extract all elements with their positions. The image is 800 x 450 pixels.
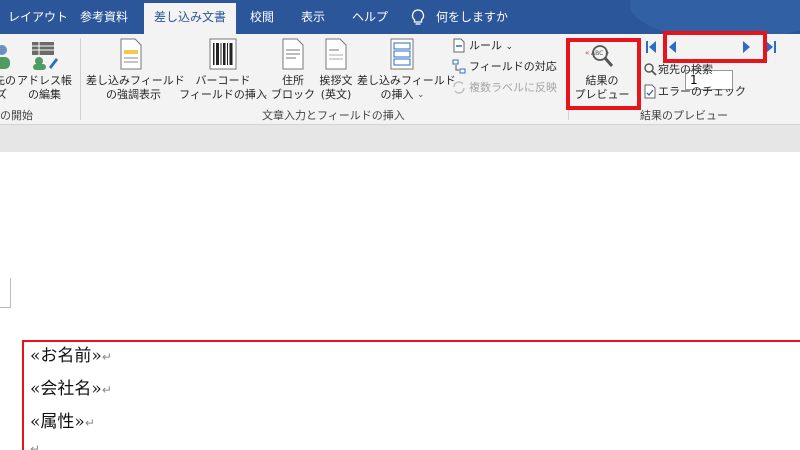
svg-text:«: « [585, 49, 589, 57]
margin-corner-mark [0, 278, 11, 308]
select-recipients-label-1[interactable]: 先の [0, 74, 16, 88]
greeting-line-label-2[interactable]: (英文) [312, 88, 360, 102]
barcode-label-1[interactable]: バーコード [178, 74, 268, 88]
ribbon-tab-bar: レイアウト 参考資料 差し込み文書 校閲 表示 ヘルプ 何をしますか [0, 0, 800, 34]
paragraph-mark: ↵ [101, 350, 112, 364]
tab-review[interactable]: 校閲 [250, 0, 274, 34]
merge-fields-highlight [22, 340, 800, 450]
address-book-edit-icon[interactable] [29, 40, 59, 70]
first-record-icon[interactable] [645, 40, 657, 54]
insert-merge-field-label-2[interactable]: の挿入 [357, 88, 437, 102]
merge-field-text: «属性» [30, 412, 85, 432]
group-separator [568, 38, 569, 120]
check-errors-icon[interactable] [643, 84, 657, 99]
tab-mailings[interactable]: 差し込み文書 [144, 3, 237, 34]
write-insert-group-label: 文章入力とフィールドの挿入 [262, 109, 405, 122]
merge-field-company[interactable]: «会社名»↵ [30, 374, 112, 399]
highlight-fields-label-1[interactable]: 差し込みフィールド [86, 74, 185, 88]
greeting-line-label-1[interactable]: 挨拶文 [312, 74, 360, 88]
merge-field-text: «お名前» [30, 346, 102, 366]
paragraph-mark: ↵ [101, 383, 112, 397]
address-block-label-2[interactable]: ブロック [270, 88, 316, 102]
tab-view[interactable]: 表示 [301, 0, 325, 34]
merge-field-name[interactable]: «お名前»↵ [30, 341, 112, 366]
barcode-icon[interactable] [208, 38, 238, 70]
insert-merge-field-icon[interactable] [389, 38, 415, 70]
tell-me-search[interactable]: 何をしますか [436, 0, 508, 34]
highlight-fields-icon[interactable] [118, 38, 144, 70]
last-record-icon[interactable] [765, 40, 777, 54]
select-recipients-label-2[interactable]: ズ [0, 88, 7, 102]
merge-field-text: «会社名» [30, 379, 102, 399]
start-group-label: の開始 [0, 109, 33, 122]
preview-results-label-2[interactable]: プレビュー [572, 88, 632, 102]
rules-button[interactable]: ルール ⌄ [469, 39, 513, 54]
group-separator [80, 38, 81, 120]
select-recipients-icon[interactable] [0, 42, 14, 72]
preview-group-label: 結果のプレビュー [640, 109, 728, 122]
tab-references[interactable]: 参考資料 [80, 0, 128, 34]
address-block-icon[interactable] [280, 38, 306, 70]
paragraph-mark: ↵ [30, 442, 41, 450]
rules-icon[interactable] [452, 38, 466, 53]
insert-merge-field-chevron[interactable]: ⌄ [417, 88, 425, 102]
update-labels-button: 複数ラベルに反映 [469, 81, 557, 94]
barcode-dropdown-chevron[interactable]: ⌄ [261, 88, 269, 102]
find-recipient-button[interactable]: 宛先の検索 [658, 63, 713, 77]
empty-paragraph[interactable]: ↵ [30, 438, 40, 450]
preview-results-label-1[interactable]: 結果の [572, 74, 632, 88]
update-labels-icon [453, 81, 465, 94]
match-fields-button[interactable]: フィールドの対応 [469, 60, 557, 74]
preview-results-icon[interactable]: « ABC » [584, 44, 620, 72]
find-recipient-icon[interactable] [643, 62, 657, 76]
tab-layout[interactable]: レイアウト [8, 0, 68, 34]
highlight-fields-label-2[interactable]: の強調表示 [86, 88, 181, 102]
lightbulb-icon[interactable] [411, 9, 425, 27]
barcode-label-2[interactable]: フィールドの挿入 [178, 88, 268, 102]
check-errors-button[interactable]: エラーのチェック [658, 85, 746, 99]
ribbon-panel: 先の ズ アドレス帳 の編集 の開始 差し込みフィールド の強調表示 バーコード… [0, 34, 800, 125]
insert-merge-field-label-1[interactable]: 差し込みフィールド [357, 74, 456, 88]
decorative-wave [630, 0, 800, 34]
previous-record-icon[interactable] [667, 40, 677, 54]
tab-help[interactable]: ヘルプ [352, 0, 388, 34]
merge-field-attribute[interactable]: «属性»↵ [30, 407, 95, 432]
paragraph-mark: ↵ [84, 416, 95, 430]
address-book-label-1[interactable]: アドレス帳 [17, 74, 72, 88]
address-block-label-1[interactable]: 住所 [270, 74, 316, 88]
next-record-icon[interactable] [742, 40, 752, 54]
rules-label: ルール [469, 39, 502, 52]
address-book-label-2[interactable]: の編集 [17, 88, 72, 102]
greeting-line-icon[interactable] [323, 38, 349, 70]
match-fields-icon[interactable] [452, 59, 466, 74]
